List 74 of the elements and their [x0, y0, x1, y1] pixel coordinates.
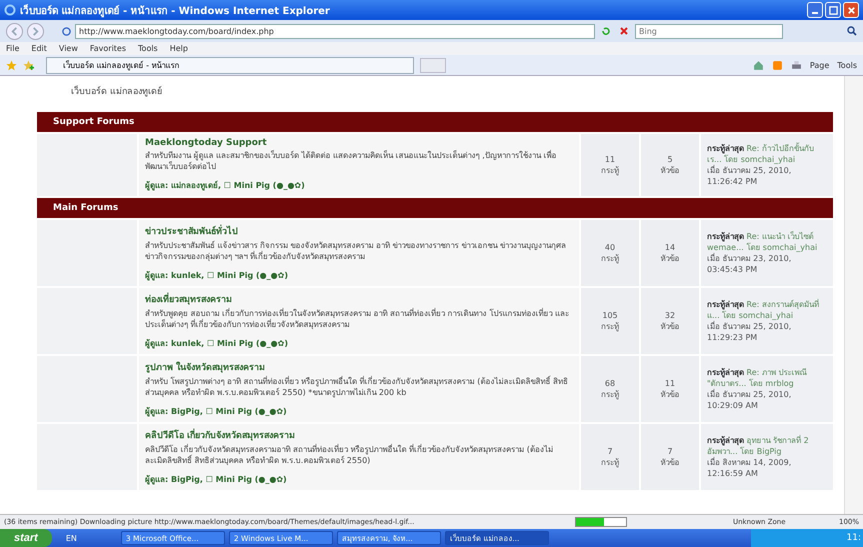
- topics-count: 11 หัวข้อ: [641, 356, 699, 422]
- progress-bar: [575, 517, 627, 527]
- posts-count: 40 กระทู้: [581, 220, 639, 286]
- last-post-date: เมื่อ ธันวาคม 25, 2010, 11:26:42 PM: [707, 165, 792, 187]
- topics-count: 14 หัวข้อ: [641, 220, 699, 286]
- minimize-button[interactable]: [807, 2, 823, 18]
- address-field[interactable]: http://www.maeklongtoday.com/board/index.php: [75, 24, 595, 38]
- board-description: สำหรับ โพสรูปภาพต่างๆ อาทิ สถานที่ท่องเที่ยว หรือรูปภาพอื่นใด ที่เกี่ยวข้องกับจังหวัดสมุทรสงคราม (ต้องไม่ละเมิดลิขสิทธิ์ สิทธิส่วนบุคคล หรือทำผิด พ.ร.บ.คอมพิวเตอร์ 2550) *ขนาดรูปภาพไม่เกิน 200 kb: [145, 376, 569, 398]
- menu-item[interactable]: Tools: [138, 44, 158, 53]
- last-post-date: เมื่อ สิงหาคม 14, 2009, 12:16:59 AM: [707, 457, 792, 479]
- menu-item[interactable]: Help: [170, 44, 188, 53]
- moderators-text: ผู้ดูแล: แม่กลองทูเดย์, ☐ Mini Pig (●_●✿): [145, 180, 306, 192]
- stop-icon: [619, 26, 629, 36]
- moderators-text: ผู้ดูแล: BigPig, ☐ Mini Pig (●_●✿): [145, 474, 288, 486]
- last-post-date: เมื่อ ธันวาคม 25, 2010, 10:29:09 AM: [707, 389, 792, 411]
- board-link[interactable]: คลิปวีดีโอ เกี่ยวกับจังหวัดสมุทรสงคราม: [145, 428, 573, 442]
- posts-count: 105 กระทู้: [581, 288, 639, 354]
- window-title: เว็บบอร์ด แม่กลองทูเดย์ - หน้าแรก - Windows Internet Explorer: [20, 3, 331, 18]
- last-post-summary: กระทู้ล่าสุด Re: แนะนำ เว็บไซต์ wemae... โดย somchai_yhai: [707, 231, 818, 253]
- moderators-text: ผู้ดูแล: kunlek, ☐ Mini Pig (●_●✿): [145, 270, 289, 282]
- print-icon[interactable]: [790, 60, 802, 70]
- category-header: Main Forums: [37, 198, 833, 218]
- topics-count: 32 หัวข้อ: [641, 288, 699, 354]
- moderators-text: ผู้ดูแล: BigPig, ☐ Mini Pig (●_●✿): [145, 406, 288, 418]
- tools-menu[interactable]: Tools: [837, 60, 857, 70]
- last-post-summary: กระทู้ล่าสุด Re: ภาพ ประเพณี "ตักบาตร... โดย mrblog: [707, 367, 808, 389]
- moderators-text: ผู้ดูแล: kunlek, ☐ Mini Pig (●_●✿): [145, 338, 289, 350]
- feed-icon[interactable]: [772, 60, 783, 70]
- last-post-summary: กระทู้ล่าสุด อุทยาน รัชกาลที่ 2 อัมพวา... โดย BigPig: [707, 435, 810, 457]
- board-description: สำหรับพูดคุย สอบถาม เกี่ยวกับการท่องเที่ยวในจังหวัดสมุทรสงคราม อาทิ สถานที่ท่องเที่ยว การเดินทาง โปรแกรมท่องเที่ยว และประเด็นต่างๆ ที่เกี่ยวข้องกับการท่องเที่ยวจังหวัดสมุทรสงคราม: [145, 308, 570, 330]
- start-button[interactable]: start: [0, 529, 52, 547]
- last-post-date: เมื่อ ธันวาคม 25, 2010, 11:29:23 PM: [707, 321, 792, 343]
- page-icon: [62, 26, 71, 36]
- menu-item[interactable]: Favorites: [90, 44, 126, 53]
- topics-count: 5 หัวข้อ: [641, 134, 699, 196]
- board-description: สำหรับทีมงาน ผู้ดูแล และสมาชิกของเว็บบอร์ด ได้ติดต่อ แสดงความคิดเห็น เสนอแนะในประเด็นต่างๆ ,ปัญหาการใช้งาน เพื่อพัฒนาเว็บบอร์ดต่อไป: [145, 150, 558, 172]
- menu-item[interactable]: File: [6, 44, 20, 53]
- breadcrumb[interactable]: เว็บบอร์ด แม่กลองทูเดย์: [37, 76, 833, 112]
- posts-count: 68 กระทู้: [581, 356, 639, 422]
- new-tab-button[interactable]: [420, 58, 446, 72]
- board-link[interactable]: ข่าวประชาสัมพันธ์ทั่วไป: [145, 224, 573, 238]
- maximize-icon: [828, 6, 838, 14]
- posts-count: 11 กระทู้: [581, 134, 639, 196]
- last-post-date: เมื่อ ธันวาคม 23, 2010, 03:45:43 PM: [707, 253, 792, 275]
- home-icon[interactable]: [752, 60, 764, 70]
- star-icon[interactable]: [6, 60, 17, 70]
- clock: 11:: [846, 533, 861, 543]
- last-post-summary: กระทู้ล่าสุด Re: ก้าวไปอีกขั้นกับ เร... โดย somchai_yhai: [707, 143, 815, 165]
- vertical-scrollbar[interactable]: [844, 76, 863, 514]
- last-post-summary: กระทู้ล่าสุด Re: สงกรานต์สุดมันที่ แ... โดย somchai_yhai: [707, 299, 820, 321]
- board-description: สำหรับประชาสัมพันธ์ แจ้งข่าวสาร กิจกรรม ของจังหวัดสมุทรสงคราม อาทิ ข่าวของทางราชการ ข่าวเอกชน ข่าวงานบุญงานกุศล ข่าวกิจกรรมของกลุ่มต่างๆ ฯลฯ ที่เกี่ยวข้องกับจังหวัดสมุทรสงคราม: [145, 240, 567, 262]
- maximize-button[interactable]: [825, 2, 841, 18]
- page-menu[interactable]: Page: [810, 60, 830, 70]
- search-field[interactable]: Bing: [635, 24, 783, 38]
- menu-item[interactable]: Edit: [31, 44, 47, 53]
- posts-count: 7 กระทู้: [581, 424, 639, 490]
- back-button[interactable]: [6, 22, 23, 40]
- topics-count: 7 หัวข้อ: [641, 424, 699, 490]
- close-button[interactable]: [843, 2, 859, 18]
- board-description: คลิปวีดีโอ เกี่ยวกับจังหวัดสมุทรสงครามอาทิ สถานที่ท่องเที่ยว หรือรูปภาพอื่นใด ที่เกี่ยวข้องกับจังหวัดสมุทรสงคราม (ต้องไม่ละเมิดลิขสิทธิ์ สิทธิส่วนบุคคล หรือทำผิด พ.ร.บ.คอมพิวเตอร์ 2550): [145, 444, 554, 466]
- browser-logo-icon: [4, 4, 16, 16]
- menu-item[interactable]: View: [58, 44, 78, 53]
- board-link[interactable]: Maeklongtoday Support: [145, 138, 573, 148]
- category-header: Support Forums: [37, 112, 833, 132]
- language-indicator[interactable]: EN: [66, 534, 77, 542]
- search-icon[interactable]: [847, 26, 857, 36]
- forward-button[interactable]: [27, 22, 44, 40]
- add-favorite-icon[interactable]: [23, 60, 34, 70]
- browser-tab[interactable]: เว็บบอร์ด แม่กลองทูเดย์ - หน้าแรก: [46, 56, 414, 74]
- board-link[interactable]: ท่องเที่ยวสมุทรสงคราม: [145, 292, 573, 306]
- close-icon: [846, 6, 856, 14]
- minimize-icon: [812, 12, 818, 14]
- board-link[interactable]: รูปภาพ ในจังหวัดสมุทรสงคราม: [145, 360, 573, 374]
- refresh-icon: [601, 26, 611, 36]
